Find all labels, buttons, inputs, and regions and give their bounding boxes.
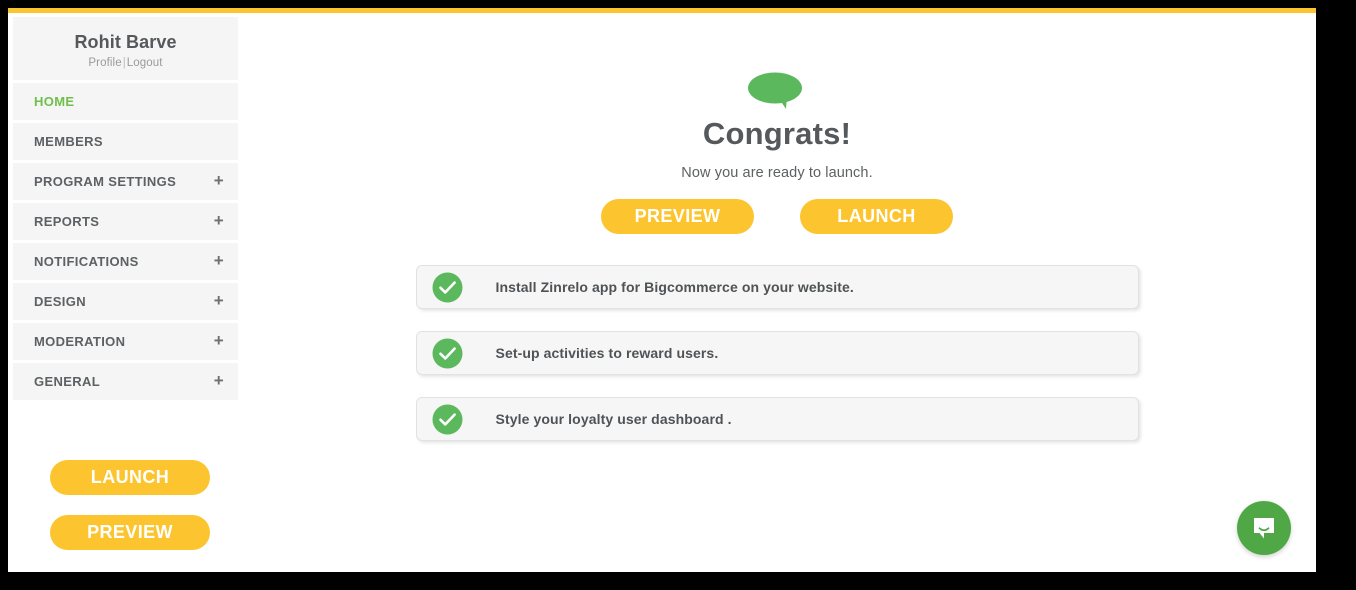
profile-link[interactable]: Profile: [88, 57, 121, 69]
sidebar-item-home[interactable]: HOME: [13, 82, 238, 120]
setup-checklist: Install Zinrelo app for Bigcommerce on y…: [415, 265, 1139, 442]
chat-bubble-icon: [1254, 518, 1274, 539]
page-subtitle: Now you are ready to launch.: [681, 165, 873, 182]
page-canvas: Rohit Barve Profile|Logout HOME MEMBERS …: [8, 13, 1316, 572]
plus-icon[interactable]: +: [214, 283, 224, 320]
checklist-item-label: Style your loyalty user dashboard .: [495, 411, 732, 428]
speech-bubble-icon: [748, 72, 802, 109]
sidebar-item-label: GENERAL: [34, 373, 101, 389]
sidebar-action-buttons: LAUNCH PREVIEW: [13, 459, 238, 550]
hero-action-buttons: PREVIEW LAUNCH: [415, 199, 1140, 235]
plus-icon[interactable]: +: [214, 363, 224, 400]
sidebar-item-label: MEMBERS: [34, 133, 103, 149]
page-title: Congrats!: [702, 116, 852, 151]
sidebar-item-label: DESIGN: [34, 293, 86, 309]
sidebar-item-label: MODERATION: [34, 333, 126, 349]
check-circle-icon: [432, 404, 462, 435]
check-circle-icon: [432, 272, 462, 303]
chat-launcher-button[interactable]: [1237, 501, 1291, 555]
checklist-item[interactable]: Style your loyalty user dashboard .: [415, 397, 1139, 442]
main-content: Congrats! Now you are ready to launch. P…: [238, 13, 1316, 572]
checklist-item-label: Set-up activities to reward users.: [495, 345, 719, 362]
profile-links: Profile|Logout: [23, 57, 228, 69]
check-circle-icon: [432, 338, 462, 369]
sidebar-item-program-settings[interactable]: PROGRAM SETTINGS +: [13, 162, 238, 200]
sidebar-preview-button[interactable]: PREVIEW: [50, 514, 210, 550]
hero-section: Congrats! Now you are ready to launch. P…: [415, 13, 1140, 235]
sidebar-launch-button[interactable]: LAUNCH: [50, 459, 210, 495]
sidebar: Rohit Barve Profile|Logout HOME MEMBERS …: [13, 17, 238, 550]
plus-icon[interactable]: +: [214, 163, 224, 200]
sidebar-item-design[interactable]: DESIGN +: [13, 282, 238, 320]
sidebar-item-label: PROGRAM SETTINGS: [34, 173, 177, 189]
browser-frame: Rohit Barve Profile|Logout HOME MEMBERS …: [0, 0, 1356, 590]
sidebar-item-general[interactable]: GENERAL +: [13, 362, 238, 400]
sidebar-item-label: HOME: [34, 93, 75, 109]
checklist-item[interactable]: Install Zinrelo app for Bigcommerce on y…: [415, 265, 1139, 310]
sidebar-item-members[interactable]: MEMBERS: [13, 122, 238, 160]
launch-button[interactable]: LAUNCH: [800, 199, 953, 235]
plus-icon[interactable]: +: [214, 323, 224, 360]
checklist-item-label: Install Zinrelo app for Bigcommerce on y…: [495, 279, 854, 296]
sidebar-item-label: REPORTS: [34, 213, 100, 229]
checklist-item[interactable]: Set-up activities to reward users.: [415, 331, 1139, 376]
sidebar-item-notifications[interactable]: NOTIFICATIONS +: [13, 242, 238, 280]
preview-button[interactable]: PREVIEW: [601, 199, 754, 235]
sidebar-profile-block: Rohit Barve Profile|Logout: [13, 17, 238, 80]
logout-link[interactable]: Logout: [127, 57, 163, 69]
plus-icon[interactable]: +: [214, 203, 224, 240]
sidebar-item-moderation[interactable]: MODERATION +: [13, 322, 238, 360]
sidebar-item-label: NOTIFICATIONS: [34, 253, 139, 269]
sidebar-item-reports[interactable]: REPORTS +: [13, 202, 238, 240]
plus-icon[interactable]: +: [214, 243, 224, 280]
profile-name: Rohit Barve: [74, 32, 177, 52]
